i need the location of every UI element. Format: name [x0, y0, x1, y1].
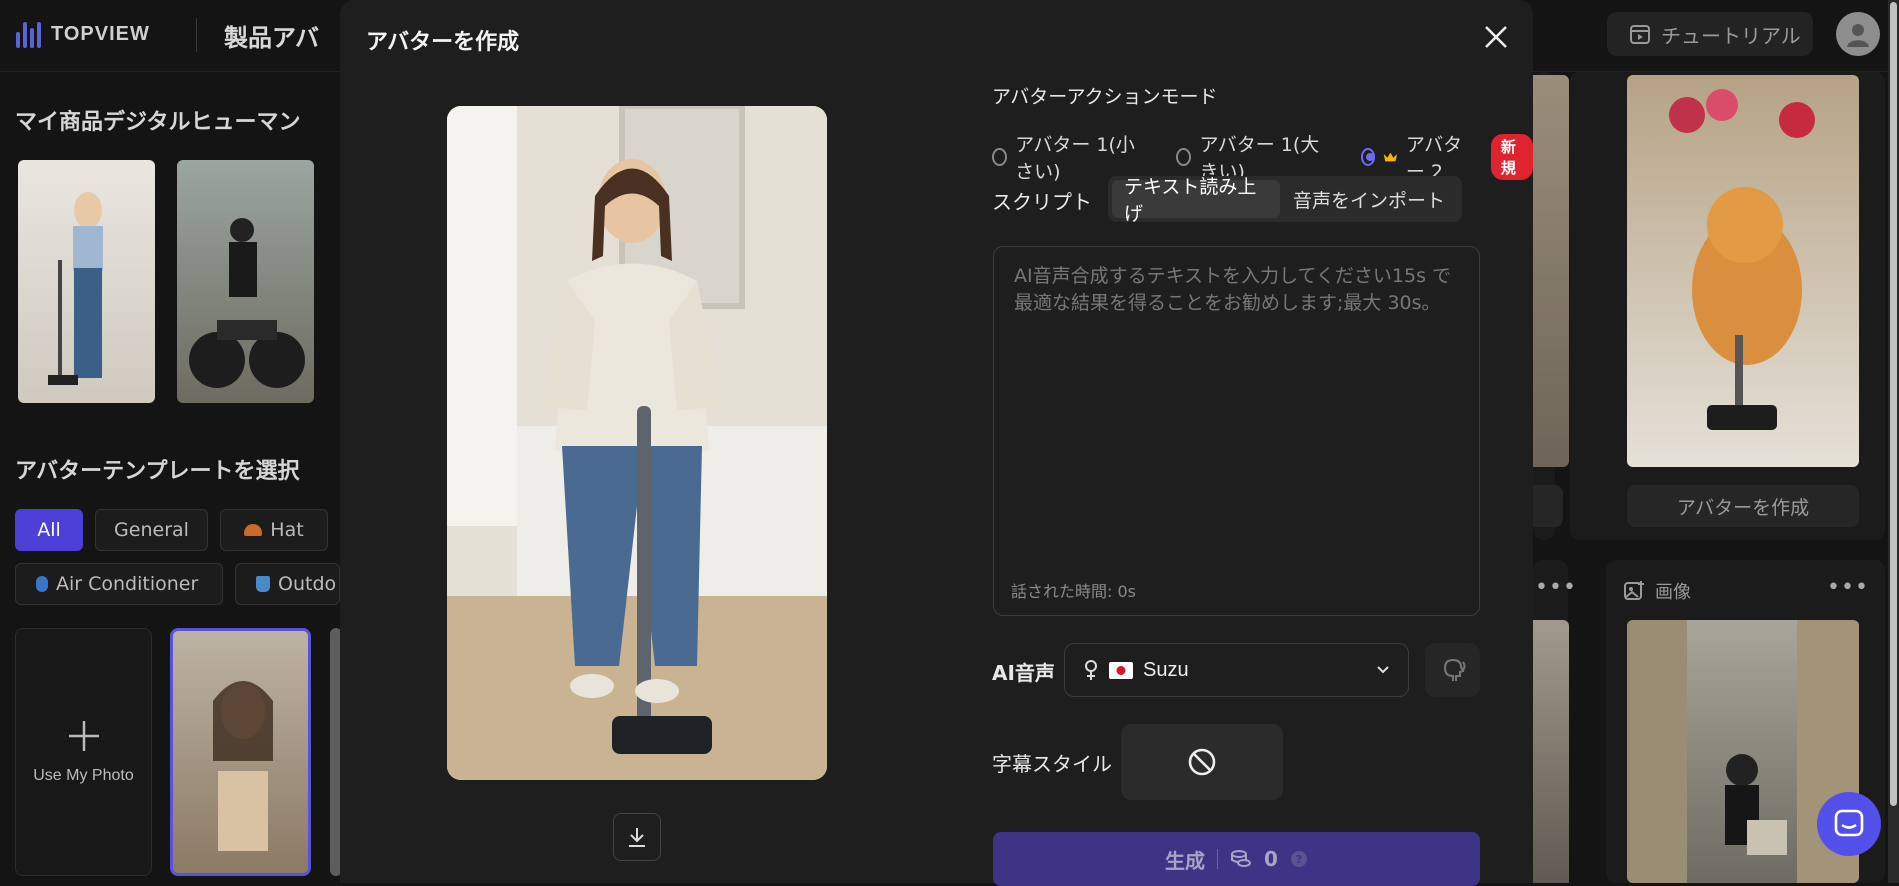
- subtitle-style-label: 字幕スタイル: [992, 752, 1112, 776]
- chat-bubble-icon: [1834, 809, 1864, 837]
- right-thumb-partial-2[interactable]: [1533, 620, 1569, 883]
- use-photo-label: Use My Photo: [33, 767, 134, 784]
- ai-voice-label: AI音声: [992, 661, 1055, 685]
- chevron-down-icon: [1377, 666, 1389, 674]
- tutorial-label: チュートリアル: [1661, 23, 1801, 48]
- top-divider: [196, 18, 197, 52]
- right-more-icon-2[interactable]: •••: [1827, 575, 1869, 600]
- download-button[interactable]: [613, 813, 661, 861]
- script-placeholder: AI音声合成するテキストを入力してください15s で最適な結果を得ることをお勧め…: [1014, 265, 1452, 314]
- coins-icon: [1231, 850, 1252, 867]
- template-title: アバターテンプレートを選択: [15, 459, 300, 484]
- page-title: 製品アバ: [224, 24, 320, 52]
- voice-preview-button[interactable]: [1425, 643, 1480, 697]
- image-section-header: 画像: [1623, 578, 1691, 604]
- avatar-preview-image: [447, 106, 827, 780]
- action-mode-label: アバターアクションモード: [992, 86, 1218, 108]
- credits-count: 0: [1264, 847, 1278, 871]
- generate-label: 生成: [1165, 848, 1206, 873]
- right-partial-button[interactable]: [1533, 485, 1563, 527]
- script-textarea[interactable]: AI音声合成するテキストを入力してください15s で最適な結果を得ることをお勧め…: [993, 246, 1480, 616]
- download-icon: [629, 828, 645, 847]
- plus-icon: [68, 721, 99, 751]
- modal-title: アバターを作成: [366, 30, 520, 55]
- user-avatar[interactable]: [1836, 12, 1880, 56]
- woman-vacuum-thumb-icon: [48, 192, 103, 385]
- help-icon[interactable]: ?: [1290, 850, 1308, 868]
- cat-vacuum-thumb-icon: [1669, 89, 1815, 430]
- chip-outdoor[interactable]: Outdo: [235, 563, 340, 605]
- hat-icon: [244, 524, 263, 536]
- radio-indicator-selected: [1360, 148, 1376, 166]
- voice-select[interactable]: Suzu: [1064, 643, 1409, 697]
- generate-button[interactable]: 生成 0 ?: [993, 832, 1480, 886]
- right-thumb-partial[interactable]: [1533, 75, 1569, 467]
- page-scrollbar-thumb[interactable]: [1890, 2, 1897, 806]
- woman-portrait-thumb-icon: [213, 681, 273, 851]
- logo-mark-icon: [16, 20, 41, 48]
- script-tab-group: テキスト読み上げ 音声をインポート: [1108, 176, 1462, 225]
- radio-indicator: [1176, 148, 1192, 166]
- prohibited-icon: [1188, 748, 1216, 776]
- tutorial-button[interactable]: チュートリアル: [1607, 12, 1813, 56]
- chip-hat[interactable]: Hat: [220, 509, 328, 551]
- chip-all[interactable]: All: [15, 509, 83, 551]
- new-badge: 新規: [1490, 134, 1533, 180]
- user-icon: [1847, 24, 1869, 47]
- image-add-icon: [1624, 581, 1644, 600]
- button-divider: [1217, 849, 1219, 869]
- product-thumb-1[interactable]: [18, 160, 155, 403]
- woman-vacuum-preview-icon: [447, 106, 827, 780]
- spoken-time: 話された時間: 0s: [1011, 582, 1136, 601]
- tab-import-audio[interactable]: 音声をインポート: [1280, 180, 1458, 218]
- chip-general[interactable]: General: [95, 509, 208, 551]
- subtitle-style-none-option[interactable]: [1121, 724, 1283, 800]
- japan-flag-icon: [1109, 661, 1133, 679]
- template-thumb-selected[interactable]: [170, 628, 311, 876]
- female-gender-icon: [1085, 660, 1097, 680]
- right-create-avatar-button[interactable]: アバターを作成: [1627, 485, 1859, 527]
- close-icon: [1485, 26, 1507, 48]
- tab-text-to-speech[interactable]: テキスト読み上げ: [1112, 176, 1280, 225]
- right-more-icon-1[interactable]: •••: [1535, 575, 1577, 600]
- close-button[interactable]: [1481, 22, 1511, 52]
- crown-icon: [1383, 152, 1398, 162]
- my-products-title: マイ商品デジタルヒューマン: [15, 110, 301, 135]
- script-label: スクリプト: [992, 190, 1092, 214]
- radio-indicator: [992, 148, 1008, 166]
- use-my-photo-card[interactable]: Use My Photo: [15, 628, 152, 876]
- speaking-head-icon: [1443, 658, 1465, 681]
- chip-air-conditioner[interactable]: Air Conditioner: [15, 563, 223, 605]
- chat-support-button[interactable]: [1817, 792, 1881, 856]
- calendar-play-icon: [1630, 25, 1650, 44]
- air-conditioner-icon: [36, 576, 48, 592]
- voice-name: Suzu: [1143, 658, 1189, 681]
- svg-text:?: ?: [1296, 853, 1302, 866]
- brand-name: TOPVIEW: [51, 22, 150, 45]
- cat-vacuum-thumb[interactable]: [1627, 75, 1859, 467]
- create-avatar-modal: アバターを作成 アバターアクションモード アバター 1(小さい) アバター 1(…: [340, 0, 1533, 886]
- brand-logo[interactable]: TOPVIEW: [16, 20, 150, 48]
- motorbike-thumb-icon: [189, 218, 305, 388]
- bucket-icon: [256, 576, 270, 592]
- product-thumb-2[interactable]: [177, 160, 314, 403]
